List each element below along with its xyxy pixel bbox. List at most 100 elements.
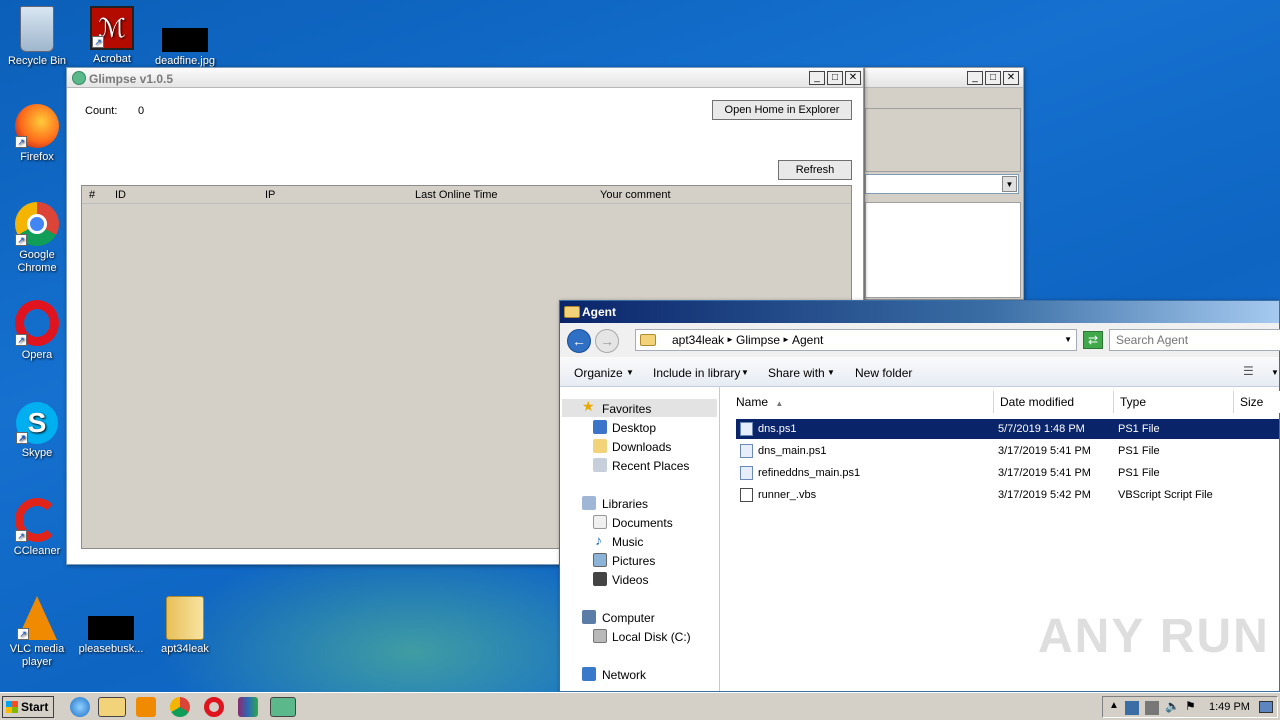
volume-icon[interactable]: 🔈: [1165, 699, 1180, 713]
column-header-type[interactable]: Type: [1114, 391, 1234, 413]
breadcrumb-apt34leak[interactable]: apt34leak: [672, 330, 724, 350]
internet-explorer-icon[interactable]: [70, 697, 90, 717]
network-tray-icon[interactable]: [1145, 701, 1159, 715]
libraries-icon: [582, 496, 596, 510]
desktop-icon-pleasebusk[interactable]: pleasebusk...: [74, 596, 148, 656]
file-row[interactable]: dns.ps1 5/7/2019 1:48 PM PS1 File: [736, 419, 1279, 439]
desktop-icon-ccleaner[interactable]: ↗ CCleaner: [0, 498, 74, 558]
chrome-taskbar-icon[interactable]: [170, 697, 190, 717]
address-bar[interactable]: apt34leak ► Glimpse ► Agent ▼: [635, 329, 1077, 351]
nav-recent-places[interactable]: Recent Places: [612, 459, 689, 473]
file-type: PS1 File: [1118, 445, 1160, 457]
nav-computer[interactable]: Computer: [602, 611, 655, 625]
network-icon: [582, 667, 596, 681]
desktop-icon-acrobat[interactable]: ℳ ↗ Acrobat: [75, 6, 149, 66]
explorer-titlebar[interactable]: Agent: [560, 301, 1279, 323]
tray-app-icon[interactable]: [1125, 701, 1139, 715]
winrar-taskbar-icon[interactable]: [238, 697, 258, 717]
share-with-button[interactable]: Share with: [768, 366, 825, 380]
glimpse-titlebar[interactable]: Glimpse v1.0.5 _ □ ✕: [67, 68, 863, 88]
close-icon[interactable]: ✕: [845, 71, 861, 85]
desktop-icon: [593, 420, 607, 434]
column-header-name[interactable]: Name ▲: [730, 391, 994, 413]
background-window-titlebar[interactable]: _ □ ✕: [865, 68, 1023, 88]
navigation-pane: ★ Favorites Desktop Downloads Recent Pla…: [560, 387, 720, 691]
chevron-up-icon[interactable]: ▲: [1109, 700, 1119, 711]
file-list[interactable]: Name ▲ Date modified Type Size dns.ps1 5…: [722, 387, 1280, 691]
folder-icon: [564, 306, 580, 318]
background-window[interactable]: _ □ ✕ ▼: [864, 67, 1024, 300]
desktop-icon-vlc[interactable]: ↗ VLC media player: [0, 596, 74, 669]
close-icon[interactable]: ✕: [1003, 71, 1019, 85]
include-in-library-button[interactable]: Include in library: [653, 366, 740, 380]
recycle-bin-icon: [20, 6, 54, 52]
chevron-down-icon[interactable]: ▼: [1271, 368, 1279, 377]
system-tray: ▲ 🔈 ⚑ 1:49 PM: [1102, 696, 1278, 718]
new-folder-button[interactable]: New folder: [855, 366, 912, 380]
desktop-icon-skype[interactable]: S ↗ Skype: [0, 402, 74, 460]
nav-documents[interactable]: Documents: [612, 516, 673, 530]
desktop-icon-recycle-bin[interactable]: Recycle Bin: [0, 6, 74, 68]
background-window-dropdown[interactable]: ▼: [865, 174, 1019, 194]
file-row[interactable]: dns_main.ps1 3/17/2019 5:41 PM PS1 File: [736, 441, 1279, 461]
vlc-icon: ↗: [17, 596, 57, 640]
view-options-icon[interactable]: ☰: [1243, 364, 1254, 378]
column-header-size[interactable]: Size: [1234, 391, 1280, 413]
nav-music[interactable]: Music: [612, 535, 643, 549]
column-header-id[interactable]: ID: [115, 186, 126, 204]
column-header-index[interactable]: #: [89, 186, 95, 204]
explorer-window[interactable]: Agent ← → apt34leak ► Glimpse ► Agent ▼ …: [559, 300, 1280, 692]
column-header-date[interactable]: Date modified: [994, 391, 1114, 413]
desktop-icon-deadfine[interactable]: deadfine.jpg: [148, 6, 222, 68]
desktop-icon-chrome[interactable]: ↗ Google Chrome: [0, 202, 74, 275]
show-desktop-icon[interactable]: [1259, 701, 1273, 713]
refresh-icon[interactable]: ⇄: [1083, 331, 1103, 349]
opera-taskbar-icon[interactable]: [204, 697, 224, 717]
desktop-icon-firefox[interactable]: ↗ Firefox: [0, 104, 74, 164]
nav-videos[interactable]: Videos: [612, 573, 648, 587]
nav-network[interactable]: Network: [602, 668, 646, 682]
column-header-last-online[interactable]: Last Online Time: [415, 186, 498, 204]
back-button-icon[interactable]: ←: [567, 329, 591, 353]
start-button[interactable]: Start: [2, 696, 54, 718]
file-row[interactable]: refineddns_main.ps1 3/17/2019 5:41 PM PS…: [736, 463, 1279, 483]
nav-libraries[interactable]: Libraries: [602, 497, 648, 511]
refresh-button[interactable]: Refresh: [778, 160, 852, 180]
search-input[interactable]: [1109, 329, 1280, 351]
minimize-icon[interactable]: _: [967, 71, 983, 85]
breadcrumb-agent[interactable]: Agent: [792, 330, 823, 350]
forward-button-icon[interactable]: →: [595, 329, 619, 353]
media-player-icon[interactable]: [136, 697, 156, 717]
chevron-down-icon[interactable]: ▼: [1064, 330, 1072, 350]
desktop-icon-label: Opera: [21, 349, 53, 361]
clock[interactable]: 1:49 PM: [1209, 701, 1250, 713]
maximize-icon[interactable]: □: [985, 71, 1001, 85]
nav-pictures[interactable]: Pictures: [612, 554, 655, 568]
minimize-icon[interactable]: _: [809, 71, 825, 85]
chevron-down-icon: ▼: [626, 368, 634, 377]
desktop-icon-apt34leak[interactable]: apt34leak: [148, 596, 222, 656]
nav-downloads[interactable]: Downloads: [612, 440, 671, 454]
breadcrumb-glimpse[interactable]: Glimpse: [736, 330, 780, 350]
column-header-ip[interactable]: IP: [265, 186, 275, 204]
maximize-icon[interactable]: □: [827, 71, 843, 85]
glimpse-taskbar-icon[interactable]: [270, 697, 296, 717]
desktop-icon-label: apt34leak: [161, 643, 209, 655]
pictures-icon: [593, 553, 607, 567]
nav-local-disk[interactable]: Local Disk (C:): [612, 630, 691, 644]
desktop-icon-label: CCleaner: [13, 545, 61, 557]
desktop-icon-opera[interactable]: ↗ Opera: [0, 300, 74, 362]
local-disk-icon: [593, 629, 607, 643]
nav-favorites[interactable]: Favorites: [602, 402, 651, 416]
explorer-taskbar-icon[interactable]: [98, 697, 126, 717]
file-row[interactable]: runner_.vbs 3/17/2019 5:42 PM VBScript S…: [736, 485, 1279, 505]
breadcrumb-separator-icon: ►: [726, 335, 734, 344]
flag-icon[interactable]: ⚑: [1185, 699, 1196, 713]
desktop-icon-label: Google Chrome: [17, 249, 57, 274]
column-header-comment[interactable]: Your comment: [600, 186, 671, 204]
downloads-icon: [593, 439, 607, 453]
nav-desktop[interactable]: Desktop: [612, 421, 656, 435]
file-name: dns_main.ps1: [758, 445, 827, 457]
open-home-button[interactable]: Open Home in Explorer: [712, 100, 852, 120]
organize-button[interactable]: Organize: [574, 366, 623, 380]
